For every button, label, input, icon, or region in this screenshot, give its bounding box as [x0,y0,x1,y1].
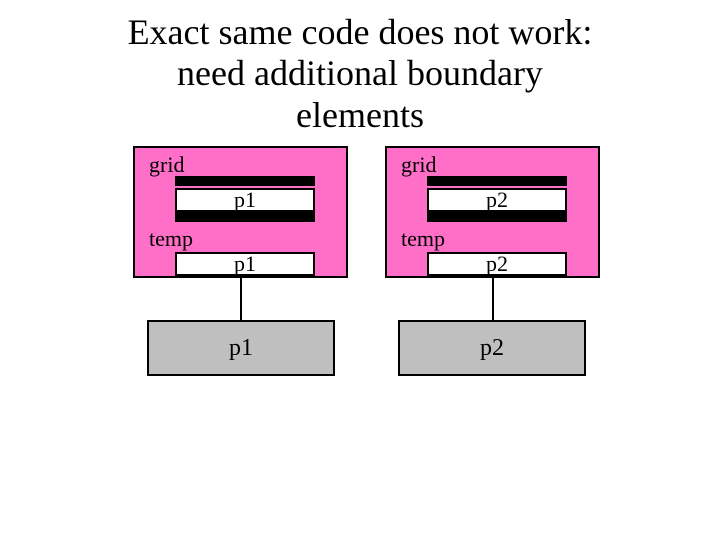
title-line-1: Exact same code does not work: [128,12,593,52]
diagram-area: grid p1 temp p1 grid p2 temp p2 p1 p2 [0,146,720,526]
right-grid-label: grid [401,154,584,176]
right-temp-label: temp [401,228,584,250]
title-line-3: elements [296,95,424,135]
right-grid-cell: p2 [427,188,567,212]
left-pink-box: grid p1 temp p1 [133,146,348,278]
left-grid-top-bar [175,176,315,186]
right-grid-top-bar [427,176,567,186]
left-grey-box: p1 [147,320,335,376]
title-line-2: need additional boundary [177,53,543,93]
left-grid-label: grid [149,154,332,176]
left-connector [240,278,242,320]
left-temp-cell: p1 [175,252,315,276]
right-connector [492,278,494,320]
right-grid-bottom-bar [427,212,567,222]
right-pink-box: grid p2 temp p2 [385,146,600,278]
right-temp-cell: p2 [427,252,567,276]
left-grid-cell: p1 [175,188,315,212]
left-temp-label: temp [149,228,332,250]
right-grey-box: p2 [398,320,586,376]
slide-title: Exact same code does not work: need addi… [0,0,720,146]
left-grid-bottom-bar [175,212,315,222]
